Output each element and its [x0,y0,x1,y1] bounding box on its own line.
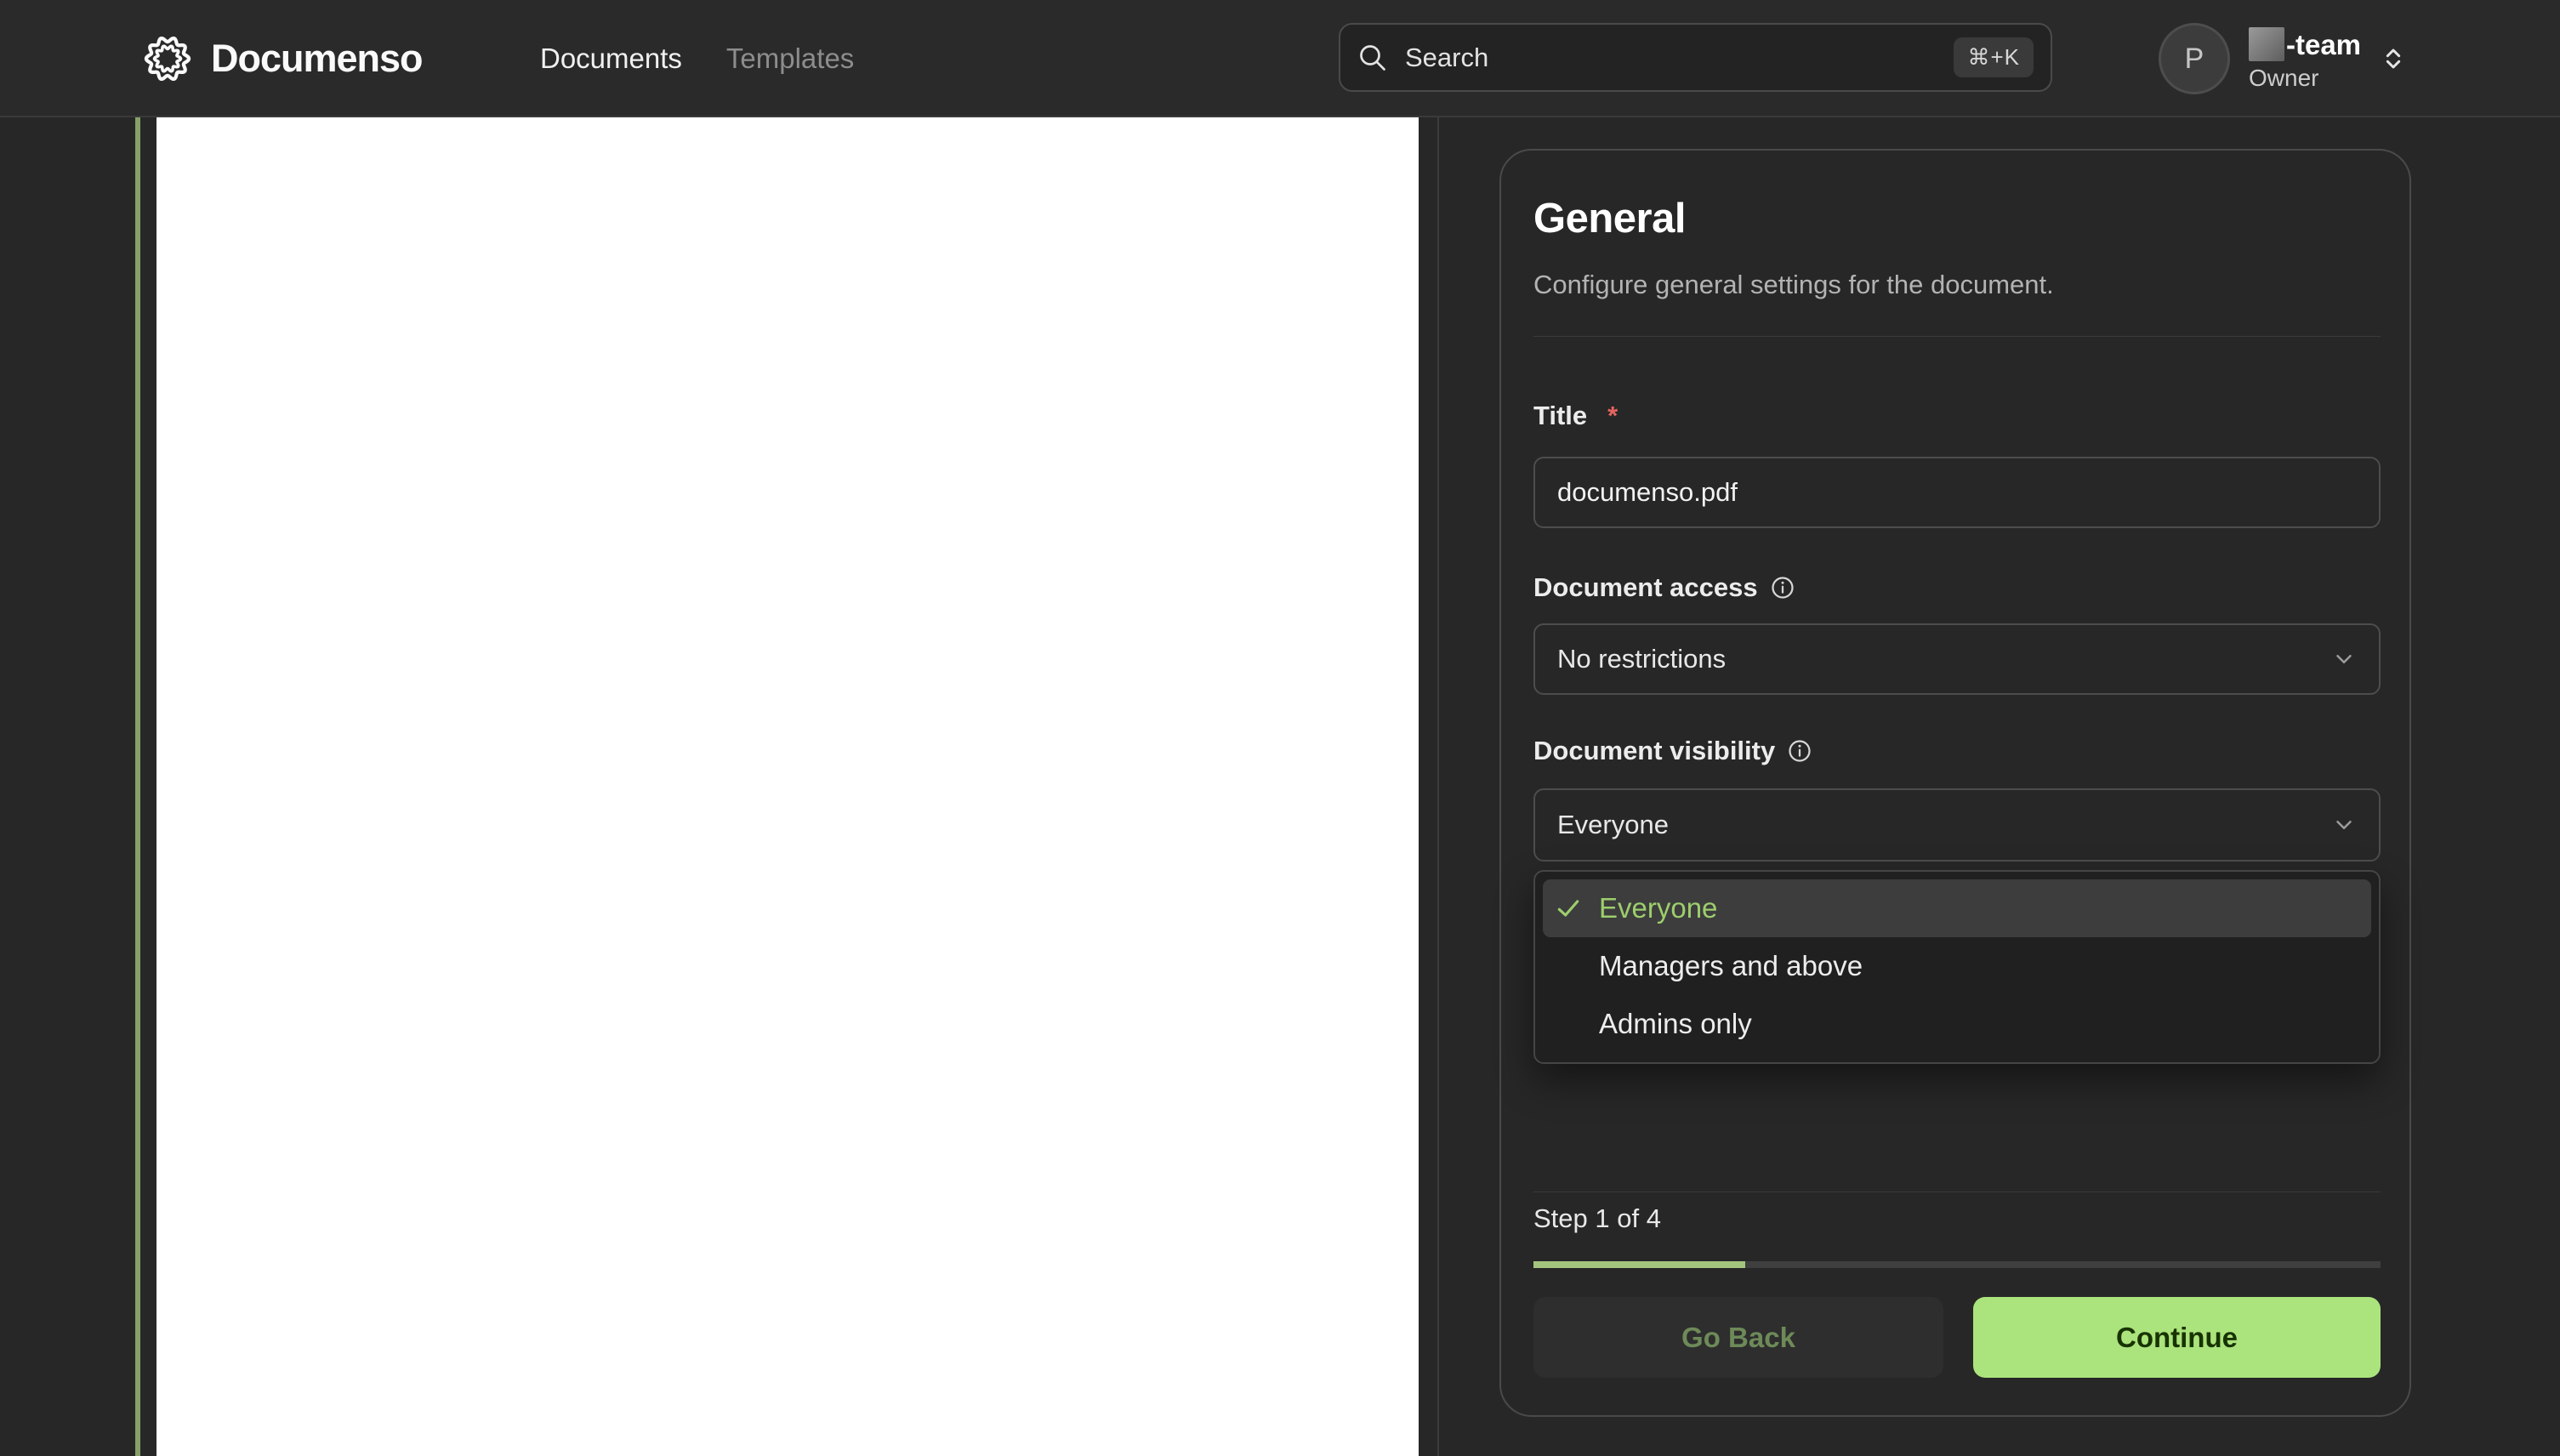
document-preview-page [156,117,1419,1456]
team-name-suffix: -team [2286,28,2362,60]
access-field-label: Document access [1533,574,1795,600]
title-field-label: Title * [1533,402,1618,429]
settings-panel: General Configure general settings for t… [1499,149,2411,1417]
check-slot-empty [1555,1010,1582,1038]
documenso-seal-icon [144,36,191,82]
menu-item-label: Admins only [1599,1008,1752,1039]
search-icon [1357,43,1388,73]
check-slot-empty [1555,953,1582,980]
brand-name: Documenso [211,37,424,80]
continue-button[interactable]: Continue [1973,1297,2381,1378]
title-input[interactable] [1533,457,2381,528]
chevron-down-icon [2331,812,2357,838]
menu-item-admins-only[interactable]: Admins only [1543,995,2371,1053]
team-name: -team [2249,27,2361,61]
info-icon[interactable] [1770,575,1795,600]
user-role: Owner [2249,65,2319,91]
search-placeholder: Search [1405,42,1489,72]
user-info: -team Owner [2249,27,2361,90]
content-divider [1437,117,1439,1456]
document-visibility-select[interactable]: Everyone [1533,788,2381,862]
chevron-down-icon [2331,646,2357,672]
app-root: Documenso Documents Templates Search ⌘+K… [0,0,2560,1456]
access-label-text: Document access [1533,572,1758,602]
progress-bar [1533,1261,2381,1268]
documenso-logo[interactable]: Documenso [143,0,424,117]
title-label-text: Title [1533,401,1588,430]
panel-subtitle: Configure general settings for the docum… [1533,270,2054,299]
go-back-button[interactable]: Go Back [1533,1297,1943,1378]
menu-item-everyone[interactable]: Everyone [1543,879,2371,937]
menu-item-label: Everyone [1599,892,1718,924]
avatar: P [2159,23,2230,94]
primary-nav: Documents Templates [540,0,854,117]
search-box[interactable]: Search ⌘+K [1339,23,2052,92]
menu-item-label: Managers and above [1599,950,1863,981]
visibility-dropdown-menu: Everyone Managers and above Admins only [1533,870,2381,1064]
access-selected-value: No restrictions [1557,644,1727,674]
user-menu[interactable]: P -team Owner [2159,0,2407,117]
nav-item-templates[interactable]: Templates [726,43,854,75]
visibility-field-label: Document visibility [1533,737,1812,764]
chevrons-up-down-icon [2380,45,2407,72]
search-shortcut-badge: ⌘+K [1954,37,2034,77]
document-access-select[interactable]: No restrictions [1533,623,2381,695]
check-icon [1555,895,1582,922]
required-asterisk: * [1607,401,1618,430]
visibility-label-text: Document visibility [1533,736,1776,765]
visibility-selected-value: Everyone [1557,810,1669,839]
page-edge-accent [135,117,140,1456]
panel-divider [1533,336,2381,337]
info-icon[interactable] [1787,738,1812,764]
nav-item-documents[interactable]: Documents [540,43,682,75]
menu-item-managers-and-above[interactable]: Managers and above [1543,937,2371,995]
top-navbar: Documenso Documents Templates Search ⌘+K… [0,0,2560,117]
panel-title: General [1533,196,1686,242]
step-label: Step 1 of 4 [1533,1203,1661,1233]
progress-fill [1533,1261,1745,1268]
team-name-redacted [2249,27,2284,61]
